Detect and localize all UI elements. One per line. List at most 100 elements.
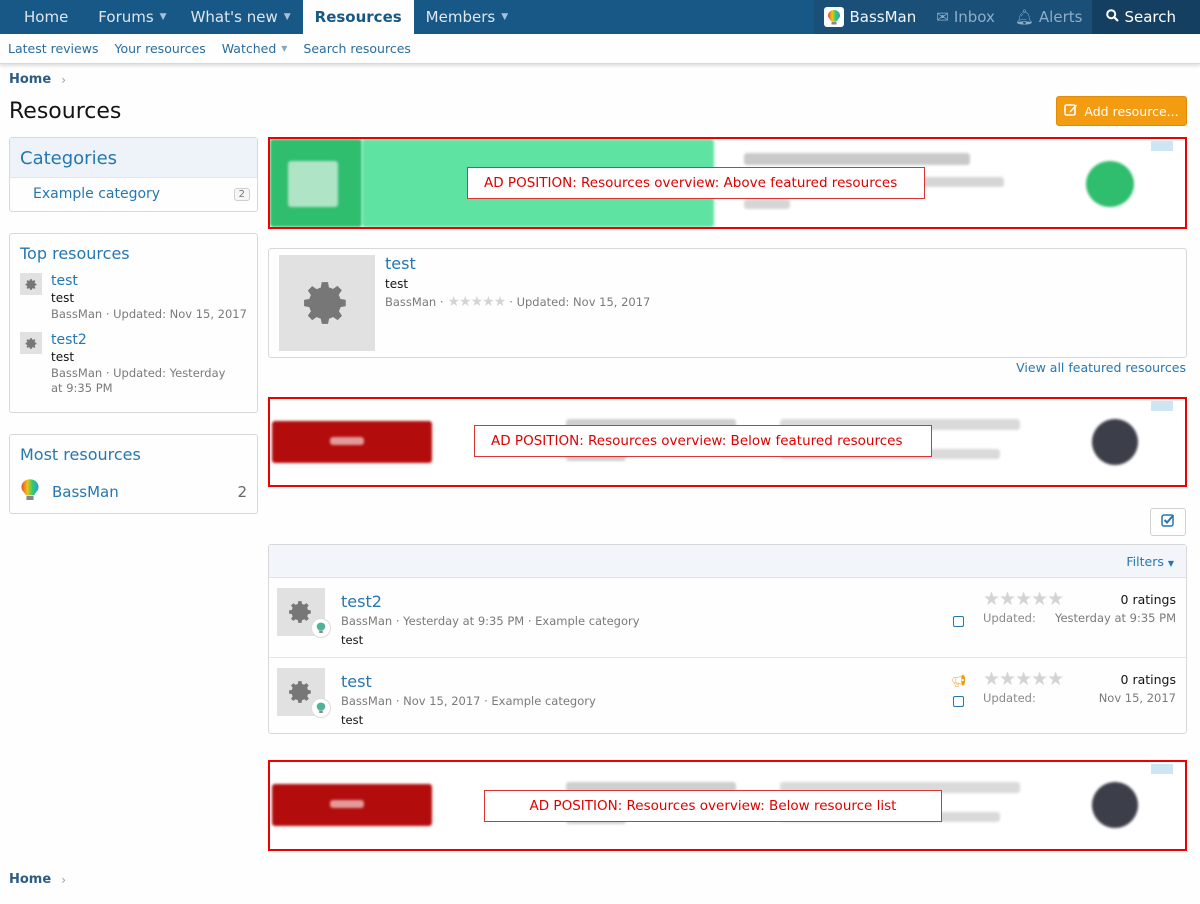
nav-resources-label: Resources xyxy=(314,8,402,26)
inbox-link[interactable]: ✉ Inbox xyxy=(926,0,1005,34)
top-resource-desc: test xyxy=(51,350,75,364)
ad-choices-icon[interactable] xyxy=(1151,764,1173,774)
nav-members[interactable]: Members ▼ xyxy=(414,0,520,34)
select-checkbox[interactable] xyxy=(953,696,964,707)
chevron-down-icon[interactable]: ▼ xyxy=(281,44,287,53)
add-resource-label: Add resource... xyxy=(1084,103,1179,119)
nav-whats-new-label: What's new xyxy=(190,8,278,26)
breadcrumb: Home › xyxy=(9,72,66,87)
category-label: Example category xyxy=(33,186,161,202)
top-resource-body: test test BassMan · Updated: Nov 15, 201… xyxy=(51,273,247,322)
ad-image xyxy=(330,437,364,445)
nav-forums-label: Forums xyxy=(98,8,154,26)
ad-below-list[interactable]: AD POSITION: Resources overview: Below r… xyxy=(268,760,1187,851)
most-resources-title[interactable]: Most resources xyxy=(10,435,257,470)
list-item: test BassMan · Nov 15, 2017 · Example ca… xyxy=(269,657,1186,735)
nav-home[interactable]: Home xyxy=(0,0,86,34)
category-item[interactable]: Example category 2 xyxy=(10,178,257,210)
chevron-down-icon: ▼ xyxy=(1167,558,1174,568)
ad-choices-icon[interactable] xyxy=(1151,141,1173,151)
rating-stars-icon: ★★★★★ xyxy=(983,588,1064,610)
resource-desc: test xyxy=(341,713,364,727)
ad-above-featured[interactable]: AD POSITION: Resources overview: Above f… xyxy=(268,137,1187,229)
checkbox-icon xyxy=(1161,513,1175,531)
nav-whats-new[interactable]: What's new ▼ xyxy=(179,0,303,34)
alerts-link[interactable]: 🔔︎ Alerts xyxy=(1004,0,1093,34)
breadcrumb-home[interactable]: Home xyxy=(9,872,51,887)
updated-label: Updated: xyxy=(983,611,1036,625)
sub-navigation: Latest reviews Your resources Watched ▼ S… xyxy=(0,34,1200,64)
envelope-icon: ✉ xyxy=(936,8,949,26)
subnav-latest-reviews[interactable]: Latest reviews xyxy=(8,41,98,56)
ad-position-label: AD POSITION: Resources overview: Above f… xyxy=(467,167,925,199)
featured-resource: test test BassMan · ★★★★★ · Updated: Nov… xyxy=(268,248,1187,358)
chevron-right-icon: › xyxy=(61,872,66,887)
inbox-label: Inbox xyxy=(953,8,995,26)
nav-resources[interactable]: Resources xyxy=(302,0,414,34)
top-resource-title[interactable]: test xyxy=(51,273,247,289)
categories-block: Categories Example category 2 xyxy=(9,137,258,212)
nav-forums[interactable]: Forums ▼ xyxy=(86,0,178,34)
edit-icon xyxy=(1064,103,1078,119)
gear-icon[interactable] xyxy=(20,332,42,354)
add-resource-button[interactable]: Add resource... xyxy=(1056,96,1187,126)
resource-title[interactable]: test2 xyxy=(341,592,382,611)
ad-arrow-icon xyxy=(1092,419,1138,465)
page-title: Resources xyxy=(9,99,122,124)
top-resource-meta: BassMan · Updated: Yesterday at 9:35 PM xyxy=(51,366,226,395)
filters-label: Filters xyxy=(1126,553,1164,569)
lightbulb-avatar-icon[interactable] xyxy=(311,698,331,718)
most-resources-block: Most resources BassMan 2 xyxy=(9,434,258,514)
search-button[interactable]: Search xyxy=(1092,0,1200,34)
resource-list: Filters ▼ test2 BassMan · Yesterday at 9… xyxy=(268,544,1187,734)
account-nav: BassMan ✉ Inbox 🔔︎ Alerts Search xyxy=(814,0,1200,34)
account-menu[interactable]: BassMan xyxy=(814,0,927,34)
chevron-down-icon[interactable]: ▼ xyxy=(501,1,508,33)
lightbulb-avatar-icon[interactable] xyxy=(20,474,40,510)
top-resource-item: test test BassMan · Updated: Nov 15, 201… xyxy=(10,269,257,328)
search-label: Search xyxy=(1124,8,1176,26)
top-resources-block: Top resources test test BassMan · Update… xyxy=(9,233,258,413)
subnav-your-resources[interactable]: Your resources xyxy=(114,41,205,56)
search-icon xyxy=(1106,8,1120,26)
footer-breadcrumb: Home › xyxy=(9,872,66,887)
moderate-button[interactable] xyxy=(1150,508,1186,536)
categories-title: Categories xyxy=(10,138,257,178)
select-checkbox[interactable] xyxy=(953,616,964,627)
filters-button[interactable]: Filters ▼ xyxy=(1126,554,1174,569)
ad-position-label: AD POSITION: Resources overview: Below f… xyxy=(474,425,932,457)
bell-icon: 🔔︎ xyxy=(1014,8,1034,26)
top-resource-title[interactable]: test2 xyxy=(51,332,231,348)
breadcrumb-home[interactable]: Home xyxy=(9,72,51,87)
most-resources-user[interactable]: BassMan xyxy=(52,483,225,501)
ratings-count: 0 ratings xyxy=(1120,592,1176,607)
list-item: test2 BassMan · Yesterday at 9:35 PM · E… xyxy=(269,578,1186,656)
top-resources-title[interactable]: Top resources xyxy=(10,234,257,269)
gear-icon[interactable] xyxy=(20,273,42,295)
nav-home-label: Home xyxy=(24,8,69,26)
resource-meta: BassMan · Nov 15, 2017 · Example categor… xyxy=(341,694,596,708)
resource-meta: BassMan · Yesterday at 9:35 PM · Example… xyxy=(341,614,640,628)
featured-updated: · Updated: Nov 15, 2017 xyxy=(509,295,651,309)
chevron-down-icon[interactable]: ▼ xyxy=(284,1,291,33)
featured-title[interactable]: test xyxy=(385,254,416,273)
alerts-label: Alerts xyxy=(1038,8,1083,26)
featured-author[interactable]: BassMan · xyxy=(385,295,444,309)
ad-choices-icon[interactable] xyxy=(1151,401,1173,411)
chevron-right-icon: › xyxy=(61,72,66,87)
ad-arrow-icon xyxy=(1086,161,1134,207)
top-resource-body: test2 test BassMan · Updated: Yesterday … xyxy=(51,332,231,396)
ad-arrow-icon xyxy=(1092,782,1138,828)
most-resources-count: 2 xyxy=(237,483,247,501)
view-all-featured-link[interactable]: View all featured resources xyxy=(1016,360,1186,375)
resource-title[interactable]: test xyxy=(341,672,372,691)
ad-below-featured[interactable]: AD POSITION: Resources overview: Below f… xyxy=(268,397,1187,487)
subnav-search-resources[interactable]: Search resources xyxy=(303,41,411,56)
top-resource-desc: test xyxy=(51,291,75,305)
lightbulb-avatar-icon[interactable] xyxy=(311,618,331,638)
top-navigation: Home Forums ▼ What's new ▼ Resources Membe… xyxy=(0,0,1200,34)
subnav-watched[interactable]: Watched ▼ xyxy=(222,41,288,56)
category-count-badge: 2 xyxy=(233,187,250,201)
gear-icon[interactable] xyxy=(279,255,375,351)
chevron-down-icon[interactable]: ▼ xyxy=(160,1,167,33)
